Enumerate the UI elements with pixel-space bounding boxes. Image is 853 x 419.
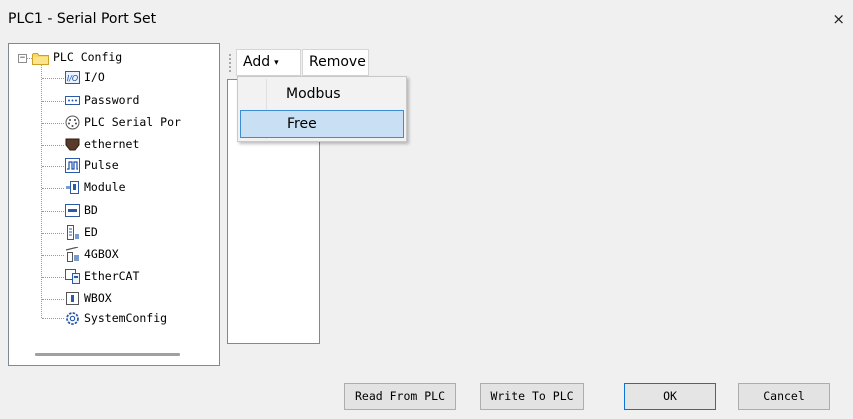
ok-button[interactable]: OK [624, 383, 716, 410]
tree-item-ethernet[interactable]: ethernet [65, 135, 215, 155]
chevron-down-icon: ▾ [274, 58, 279, 68]
wbox-icon [66, 292, 79, 305]
tree-item-4gbox[interactable]: 4GBOX [65, 245, 215, 265]
io-icon: I/O [65, 71, 80, 84]
module-icon [66, 181, 79, 194]
add-dropdown-menu: Modbus Free [237, 76, 407, 142]
tree-item-wbox[interactable]: WBOX [65, 289, 215, 309]
horizontal-scrollbar[interactable] [35, 353, 180, 356]
folder-icon [32, 53, 49, 65]
write-to-plc-button[interactable]: Write To PLC [480, 383, 584, 410]
toolbar-grip-icon[interactable] [229, 54, 231, 72]
remove-button[interactable]: Remove [302, 49, 369, 76]
password-icon [65, 96, 80, 105]
config-tree[interactable]: − PLC Config I/O I/O Password PLC Serial… [8, 43, 220, 366]
4gbox-icon [65, 247, 79, 262]
menu-item-modbus[interactable]: Modbus [240, 81, 404, 109]
tree-item-ethercat[interactable]: EtherCAT [65, 267, 215, 287]
tree-item-plc-serial-port[interactable]: PLC Serial Por [65, 113, 215, 133]
tree-item-bd[interactable]: BD [65, 201, 215, 221]
window-title: PLC1 - Serial Port Set [8, 11, 157, 27]
cancel-button[interactable]: Cancel [738, 383, 830, 410]
bd-icon [65, 204, 80, 217]
tree-connector [41, 64, 42, 318]
menu-item-free[interactable]: Free [240, 110, 404, 138]
svg-text:I/O: I/O [67, 74, 78, 83]
serial-port-icon [65, 115, 80, 130]
ethernet-icon [65, 138, 80, 151]
tree-item-system-config[interactable]: SystemConfig [65, 309, 215, 329]
tree-item-pulse[interactable]: Pulse [65, 156, 215, 176]
tree-root-label[interactable]: PLC Config [53, 50, 122, 64]
close-icon[interactable]: × [832, 12, 845, 27]
collapse-icon[interactable]: − [18, 54, 27, 63]
add-button-label: Add [243, 54, 271, 70]
ethercat-icon [65, 269, 80, 284]
toolbar: Add ▾ Remove [227, 49, 407, 77]
pulse-icon [65, 158, 80, 173]
system-config-icon [66, 312, 79, 325]
add-dropdown-button[interactable]: Add ▾ [236, 49, 301, 76]
read-from-plc-button[interactable]: Read From PLC [344, 383, 456, 410]
tree-item-module[interactable]: Module [65, 178, 215, 198]
tree-item-password[interactable]: Password [65, 91, 215, 111]
title-bar: PLC1 - Serial Port Set × [0, 0, 853, 40]
tree-item-io[interactable]: I/O I/O [65, 68, 215, 88]
ed-icon [67, 225, 79, 240]
tree-item-ed[interactable]: ED [65, 223, 215, 243]
